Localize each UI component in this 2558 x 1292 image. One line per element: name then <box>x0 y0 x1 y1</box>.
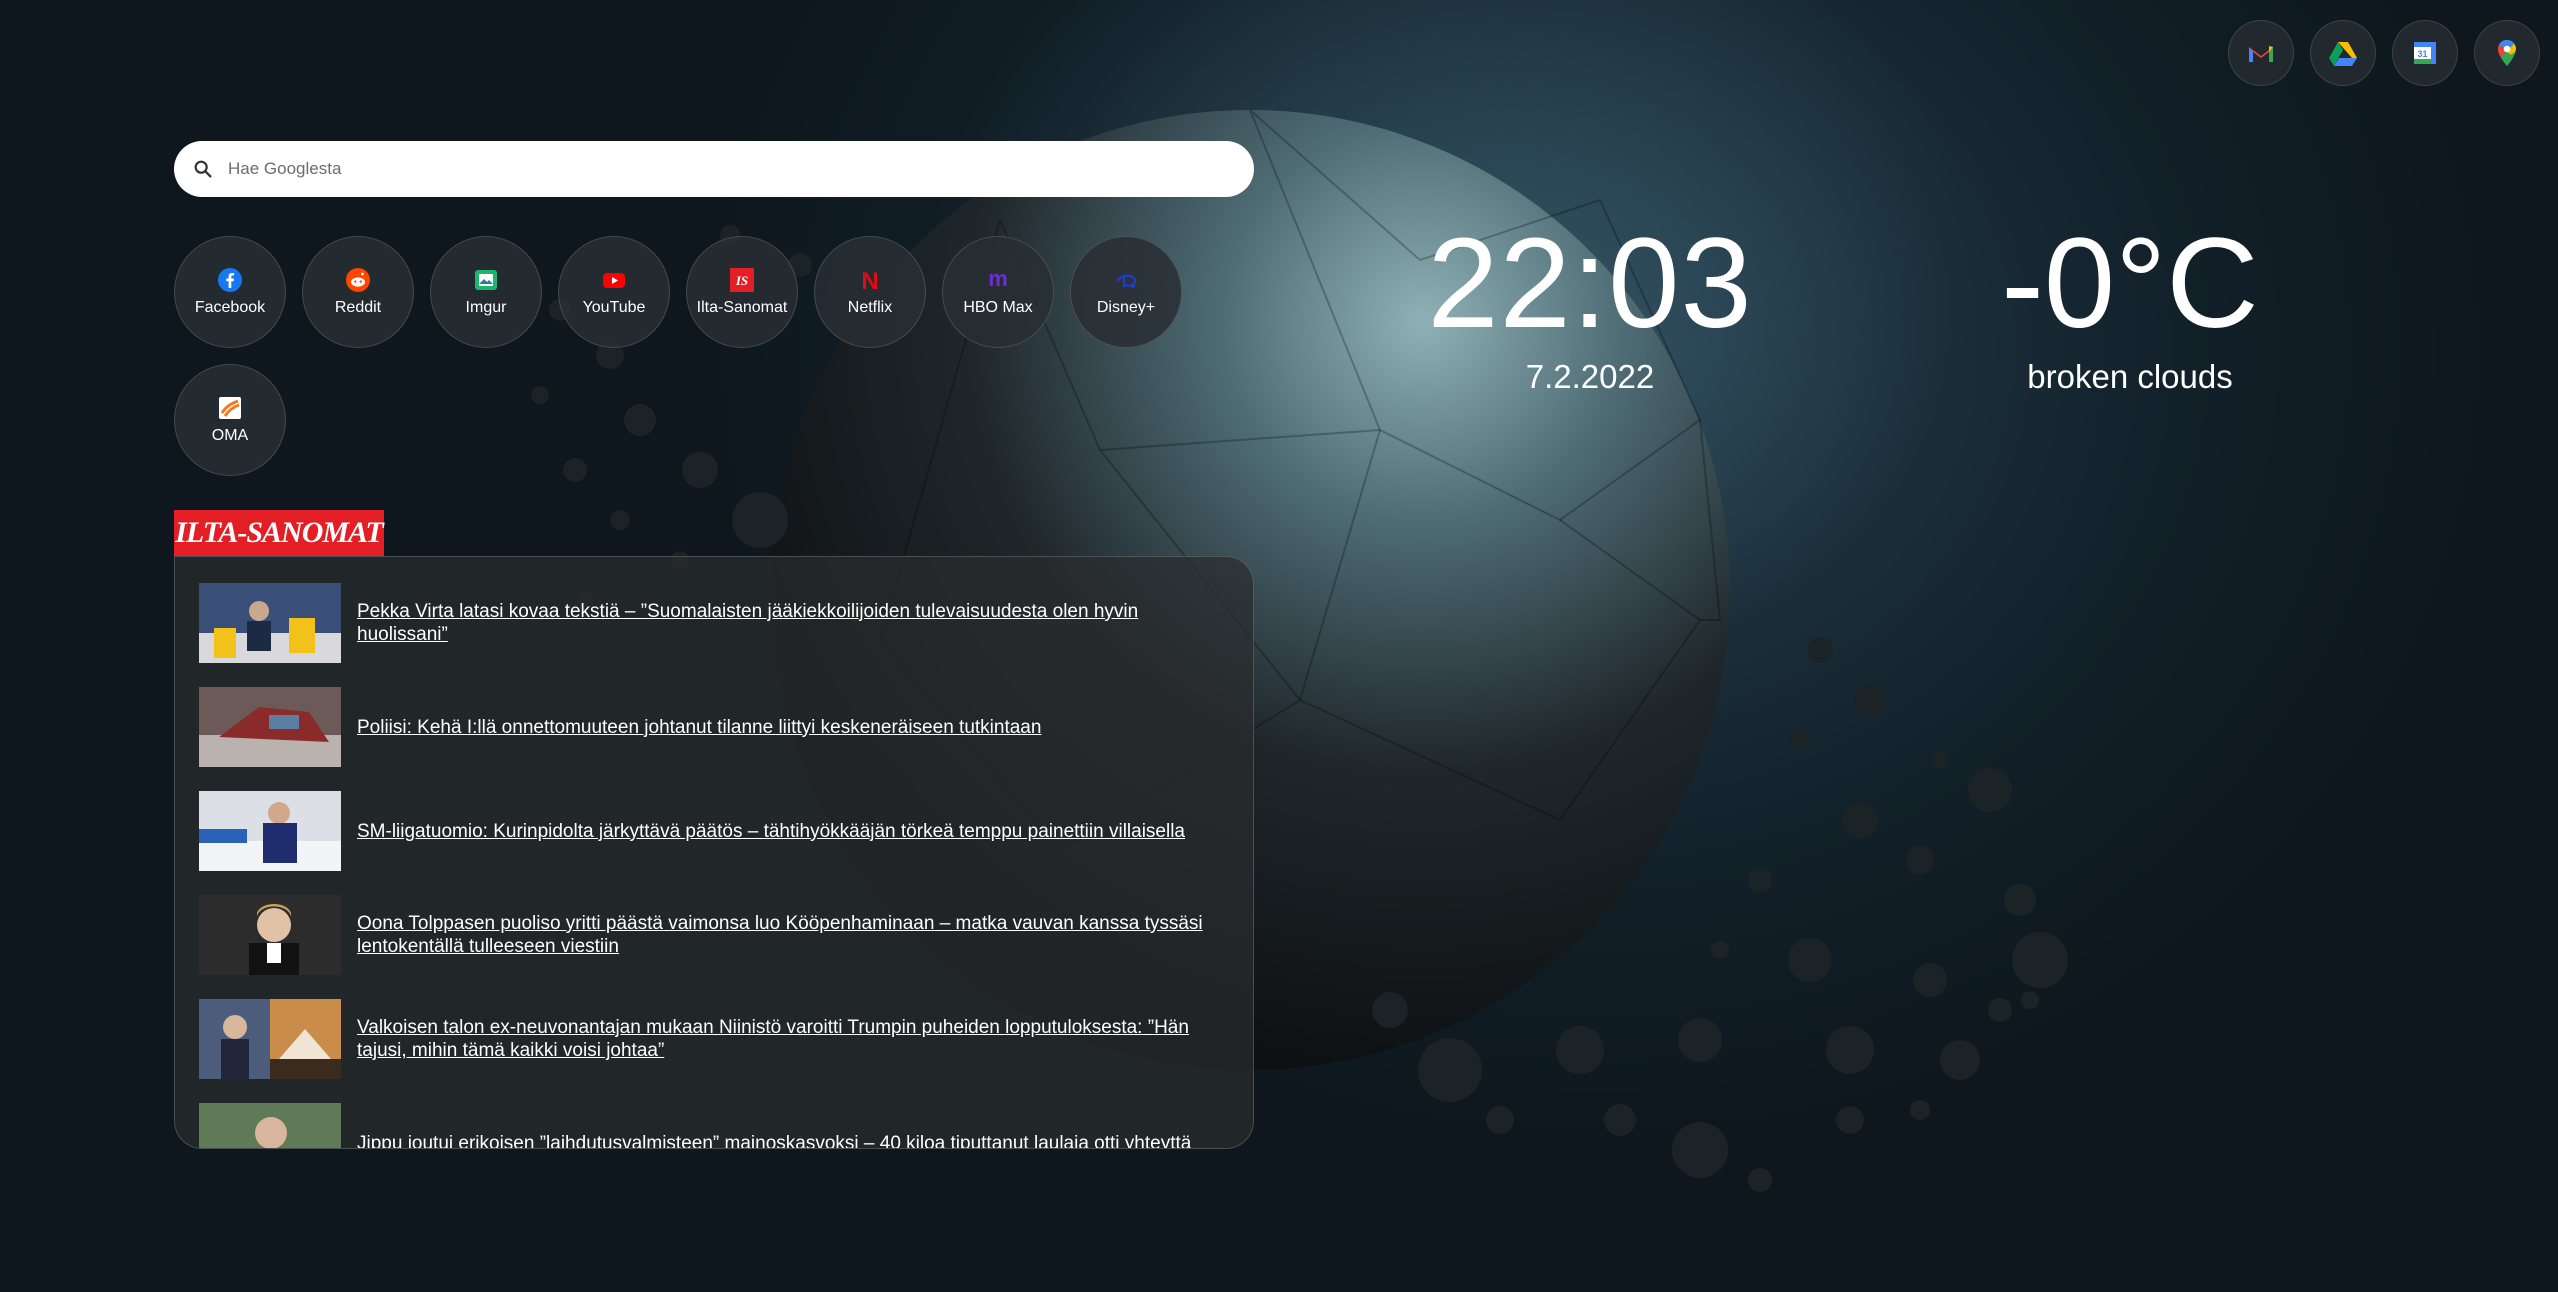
shortcut-netflix[interactable]: N Netflix <box>814 236 926 348</box>
shortcut-label: Ilta-Sanomat <box>696 299 788 316</box>
shortcut-label: OMA <box>211 427 249 444</box>
google-drive-icon <box>2329 42 2357 66</box>
oma-icon <box>219 397 241 419</box>
shortcut-disney-plus[interactable]: Disney+ <box>1070 236 1182 348</box>
clock-widget: 22:03 7.2.2022 <box>1390 220 1790 396</box>
news-headline[interactable]: Poliisi: Kehä I:llä onnettomuuteen johta… <box>357 716 1217 739</box>
search-input[interactable] <box>226 158 1190 180</box>
shortcut-hbo-max[interactable]: m HBO Max <box>942 236 1054 348</box>
shortcut-label: Imgur <box>465 299 507 316</box>
shortcut-imgur[interactable]: Imgur <box>430 236 542 348</box>
youtube-icon <box>603 273 625 288</box>
clock-time: 22:03 <box>1427 212 1753 355</box>
ilta-sanomat-logo[interactable]: ILTA-SANOMAT <box>174 510 384 556</box>
google-search-bar[interactable] <box>174 141 1254 197</box>
google-calendar-icon: 31 <box>2414 42 2436 64</box>
shortcut-label: Facebook <box>194 299 266 316</box>
news-thumbnail <box>199 999 341 1079</box>
news-item[interactable]: Jippu joutui erikoisen ”laihdutusvalmist… <box>199 1103 1253 1149</box>
gmail-button[interactable] <box>2228 20 2294 86</box>
shortcut-oma[interactable]: OMA <box>174 364 286 476</box>
shortcut-youtube[interactable]: YouTube <box>558 236 670 348</box>
google-calendar-button[interactable]: 31 <box>2392 20 2458 86</box>
news-headline[interactable]: Pekka Virta latasi kovaa tekstiä – ”Suom… <box>357 600 1217 646</box>
search-icon <box>194 160 212 178</box>
news-item[interactable]: SM-liigatuomio: Kurinpidolta järkyttävä … <box>199 791 1253 871</box>
svg-text:31: 31 <box>2417 49 2427 59</box>
clock-date: 7.2.2022 <box>1525 358 1655 395</box>
svg-text:IS: IS <box>735 273 748 288</box>
google-apps-bar: 31 <box>2228 20 2540 86</box>
news-thumbnail <box>199 791 341 871</box>
netflix-icon: N <box>861 268 878 293</box>
imgur-icon <box>475 270 497 290</box>
shortcut-label: Reddit <box>334 299 382 316</box>
news-item[interactable]: Pekka Virta latasi kovaa tekstiä – ”Suom… <box>199 583 1253 663</box>
news-thumbnail <box>199 583 341 663</box>
shortcut-reddit[interactable]: Reddit <box>302 236 414 348</box>
news-item[interactable]: Oona Tolppasen puoliso yritti päästä vai… <box>199 895 1253 975</box>
news-thumbnail <box>199 687 341 767</box>
hbo-max-icon: m <box>988 267 1008 291</box>
shortcut-grid: Facebook Reddit Imgur YouTube IS Ilta-Sa… <box>174 236 1274 476</box>
shortcut-label: HBO Max <box>963 299 1033 316</box>
news-item[interactable]: Valkoisen talon ex-neuvonantajan mukaan … <box>199 999 1253 1079</box>
disney-plus-icon <box>1116 274 1137 288</box>
shortcut-facebook[interactable]: Facebook <box>174 236 286 348</box>
news-feed: Pekka Virta latasi kovaa tekstiä – ”Suom… <box>174 556 1254 1149</box>
weather-widget: -0°C broken clouds <box>1930 220 2330 396</box>
svg-text:N: N <box>861 268 878 293</box>
shortcut-label: Disney+ <box>1096 299 1156 316</box>
shortcut-ilta-sanomat[interactable]: IS Ilta-Sanomat <box>686 236 798 348</box>
weather-description: broken clouds <box>2027 358 2233 395</box>
weather-temperature: -0°C <box>2001 212 2259 355</box>
svg-text:m: m <box>988 267 1008 291</box>
reddit-icon <box>346 268 370 292</box>
news-thumbnail <box>199 1103 341 1148</box>
google-maps-icon <box>2498 40 2516 66</box>
news-thumbnail <box>199 895 341 975</box>
news-headline[interactable]: Valkoisen talon ex-neuvonantajan mukaan … <box>357 1016 1217 1062</box>
shortcut-label: Netflix <box>847 299 893 316</box>
google-drive-button[interactable] <box>2310 20 2376 86</box>
news-item[interactable]: Poliisi: Kehä I:llä onnettomuuteen johta… <box>199 687 1253 767</box>
news-headline[interactable]: Jippu joutui erikoisen ”laihdutusvalmist… <box>357 1132 1217 1149</box>
ilta-sanomat-icon: IS <box>730 268 754 292</box>
news-headline[interactable]: Oona Tolppasen puoliso yritti päästä vai… <box>357 912 1217 958</box>
news-headline[interactable]: SM-liigatuomio: Kurinpidolta järkyttävä … <box>357 820 1217 843</box>
facebook-icon <box>218 268 242 292</box>
google-maps-button[interactable] <box>2474 20 2540 86</box>
gmail-icon <box>2249 46 2273 62</box>
shortcut-label: YouTube <box>582 299 646 316</box>
